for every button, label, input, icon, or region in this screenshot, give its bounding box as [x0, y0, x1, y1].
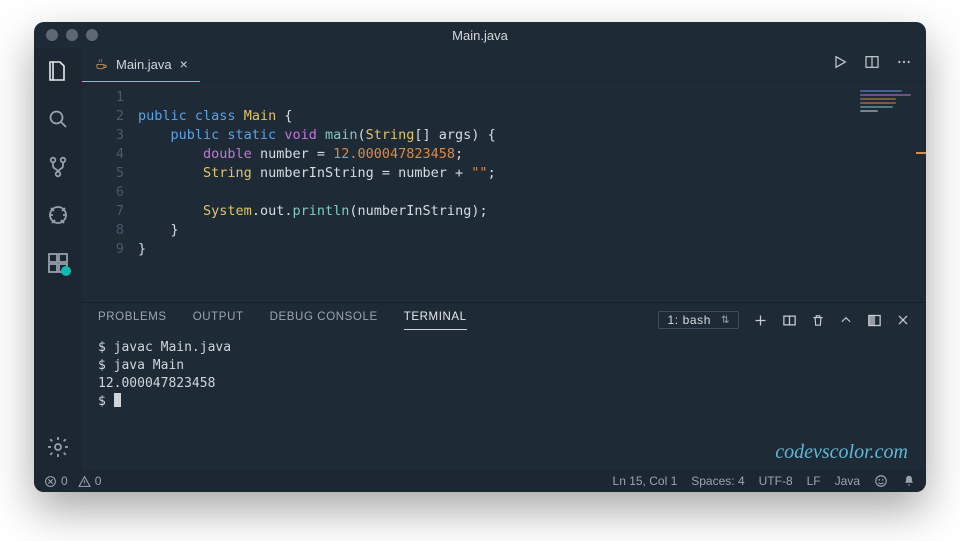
tab-debug-console[interactable]: DEBUG CONSOLE	[270, 311, 378, 329]
panel-up-icon[interactable]	[839, 313, 853, 327]
tab-main-java[interactable]: Main.java ×	[82, 48, 200, 82]
tab-terminal[interactable]: TERMINAL	[404, 311, 467, 330]
tab-output[interactable]: OUTPUT	[193, 311, 244, 329]
window-body: Main.java × 123456789 public class Main …	[34, 48, 926, 470]
panel-tab-bar: PROBLEMS OUTPUT DEBUG CONSOLE TERMINAL 1…	[82, 303, 926, 337]
tab-bar: Main.java ×	[82, 48, 926, 82]
search-icon[interactable]	[45, 106, 71, 132]
code-editor[interactable]: 123456789 public class Main { public sta…	[82, 82, 926, 302]
extensions-icon[interactable]	[45, 250, 71, 276]
explorer-icon[interactable]	[45, 58, 71, 84]
maximize-panel-icon[interactable]	[867, 313, 882, 328]
status-warnings[interactable]: 0	[78, 474, 102, 488]
tab-problems[interactable]: PROBLEMS	[98, 311, 167, 329]
editor-window: Main.java	[34, 22, 926, 492]
notifications-bell-icon[interactable]	[902, 474, 916, 488]
activity-bar	[34, 48, 82, 470]
bottom-panel: PROBLEMS OUTPUT DEBUG CONSOLE TERMINAL 1…	[82, 302, 926, 470]
close-tab-icon[interactable]: ×	[180, 56, 188, 72]
settings-gear-icon[interactable]	[45, 434, 71, 460]
status-cursor-position[interactable]: Ln 15, Col 1	[613, 474, 678, 488]
new-terminal-icon[interactable]	[753, 313, 768, 328]
source-control-icon[interactable]	[45, 154, 71, 180]
minimap[interactable]	[860, 88, 920, 132]
status-indentation[interactable]: Spaces: 4	[691, 474, 744, 488]
terminal-selector-label: 1: bash	[667, 313, 711, 327]
close-panel-icon[interactable]	[896, 313, 910, 327]
status-encoding[interactable]: UTF-8	[759, 474, 793, 488]
terminal-selector[interactable]: 1: bash ⇅	[658, 311, 739, 329]
tab-label: Main.java	[116, 57, 172, 72]
editor-actions	[832, 54, 926, 75]
split-editor-icon[interactable]	[864, 54, 880, 75]
main-area: Main.java × 123456789 public class Main …	[82, 48, 926, 470]
status-errors[interactable]: 0	[44, 474, 68, 488]
java-file-icon	[94, 57, 108, 71]
warning-icon	[78, 475, 91, 488]
titlebar: Main.java	[34, 22, 926, 48]
feedback-smiley-icon[interactable]	[874, 474, 888, 488]
kill-terminal-icon[interactable]	[811, 313, 825, 328]
run-icon[interactable]	[832, 54, 848, 75]
watermark: codevscolor.com	[775, 441, 908, 464]
chevron-updown-icon: ⇅	[721, 315, 730, 326]
window-title: Main.java	[34, 28, 926, 43]
more-actions-icon[interactable]	[896, 54, 912, 75]
scroll-marker	[916, 152, 926, 154]
line-number-gutter: 123456789	[82, 82, 138, 302]
debug-icon[interactable]	[45, 202, 71, 228]
code-content[interactable]: public class Main { public static void m…	[138, 82, 496, 302]
status-eol[interactable]: LF	[807, 474, 821, 488]
error-icon	[44, 475, 57, 488]
panel-tools: 1: bash ⇅	[658, 311, 910, 329]
status-language[interactable]: Java	[835, 474, 860, 488]
status-bar: 0 0 Ln 15, Col 1 Spaces: 4 UTF-8 LF Java	[34, 470, 926, 492]
split-terminal-icon[interactable]	[782, 313, 797, 328]
